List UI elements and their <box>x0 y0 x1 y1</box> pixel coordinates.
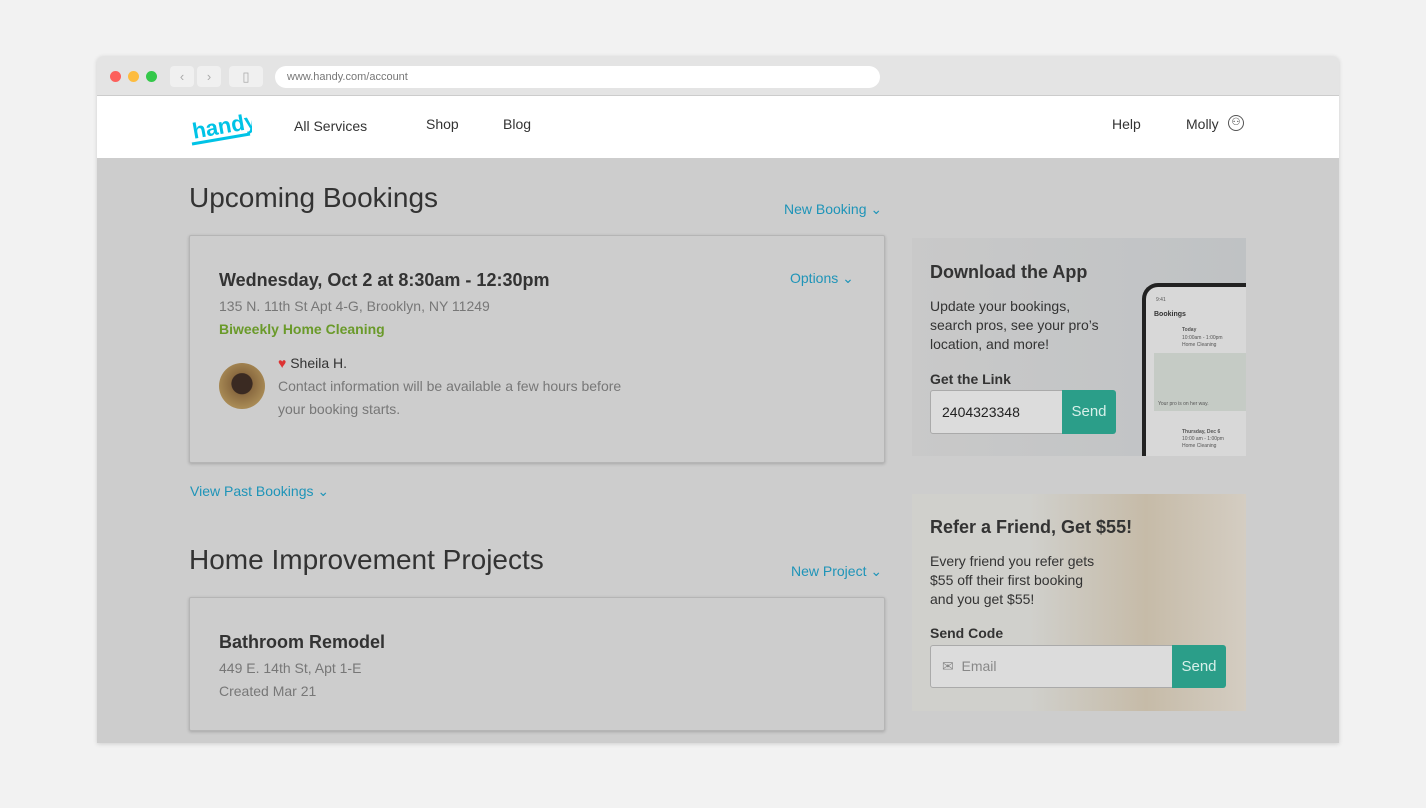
envelope-icon: ✉ <box>942 658 954 674</box>
nav-blog[interactable]: Blog <box>503 116 531 132</box>
app-promo-title: Download the App <box>930 262 1088 282</box>
nav-help[interactable]: Help <box>1112 116 1141 132</box>
phone-item1: Today <box>1182 327 1197 333</box>
back-icon[interactable]: ‹ <box>170 66 194 87</box>
account-page: Upcoming Bookings New Booking ⌄ Wednesda… <box>97 158 1339 743</box>
chevron-down-icon: ⌄ <box>842 270 854 286</box>
maximize-window-button[interactable] <box>146 71 157 82</box>
promo-line: location, and more! <box>930 336 1050 352</box>
send-code-label: Send Code <box>930 625 1004 641</box>
user-menu[interactable]: Molly <box>1186 116 1219 132</box>
contact-note-2: your booking starts. <box>278 401 401 417</box>
phone-item1-time: 10:00am - 1:00pm <box>1182 335 1223 341</box>
phone-time: 9:41 <box>1156 297 1166 303</box>
projects-title: Home Improvement Projects <box>189 544 544 575</box>
refer-line: $55 off their first booking <box>930 572 1084 588</box>
options-link[interactable]: Options ⌄ <box>790 270 854 287</box>
phone-item2: Thursday, Dec 6 <box>1182 429 1221 435</box>
minimize-window-button[interactable] <box>128 71 139 82</box>
phone-input[interactable]: 2404323348 <box>930 390 1064 434</box>
booking-card[interactable]: Wednesday, Oct 2 at 8:30am - 12:30pm 135… <box>189 235 885 463</box>
phone-mockup: 9:41 Bookings Today 10:00am - 1:00pm Hom… <box>1142 283 1246 456</box>
browser-window: ‹ › ▯ www.handy.com/account handy All Se… <box>97 56 1339 743</box>
booking-datetime: Wednesday, Oct 2 at 8:30am - 12:30pm <box>219 270 550 290</box>
pro-name: Sheila H. <box>290 355 348 371</box>
forward-icon[interactable]: › <box>197 66 221 87</box>
project-name: Bathroom Remodel <box>219 632 386 652</box>
promo-line: search pros, see your pro’s <box>930 317 1099 333</box>
booking-address: 135 N. 11th St Apt 4-G, Brooklyn, NY 112… <box>219 298 490 314</box>
promo-line: Update your bookings, <box>930 298 1071 314</box>
heart-icon: ♥ <box>278 355 287 371</box>
phone-status: Your pro is on her way. <box>1158 401 1209 407</box>
phone-item1-service: Home Cleaning <box>1182 342 1217 348</box>
site-header: handy All Services Shop Blog Help Molly … <box>97 96 1339 158</box>
email-placeholder: Email <box>961 658 997 674</box>
sidebar-icon[interactable]: ▯ <box>229 66 263 87</box>
refer-line: and you get $55! <box>930 591 1035 607</box>
nav-shop[interactable]: Shop <box>426 116 459 132</box>
new-booking-link[interactable]: New Booking ⌄ <box>784 201 882 218</box>
refer-text: Every friend you refer gets $55 off their… <box>930 552 1094 609</box>
new-booking-label: New Booking <box>784 201 867 217</box>
phone-title: Bookings <box>1154 311 1186 318</box>
close-window-button[interactable] <box>110 71 121 82</box>
refer-card: Refer a Friend, Get $55! Every friend yo… <box>912 494 1246 711</box>
chevron-down-icon: ⌄ <box>870 563 883 579</box>
new-project-label: New Project <box>791 563 867 579</box>
nav-all-services[interactable]: All Services <box>294 118 367 134</box>
past-bookings-label: View Past Bookings <box>190 483 314 499</box>
view-past-bookings-link[interactable]: View Past Bookings ⌄ <box>190 483 329 500</box>
booking-service: Biweekly Home Cleaning <box>219 321 385 337</box>
app-promo-card: Download the App Update your bookings, se… <box>912 238 1246 456</box>
chevron-down-icon: ⌄ <box>870 201 883 217</box>
project-card[interactable]: Bathroom Remodel 449 E. 14th St, Apt 1-E… <box>189 597 885 731</box>
phone-item2-service: Home Cleaning <box>1182 443 1217 449</box>
handy-logo[interactable]: handy <box>190 104 252 148</box>
send-code-button[interactable]: Send <box>1172 645 1226 688</box>
app-promo-text: Update your bookings, search pros, see yo… <box>930 297 1099 354</box>
address-bar[interactable]: www.handy.com/account <box>275 66 880 88</box>
user-icon[interactable]: ⚇ <box>1228 115 1244 131</box>
pro-row: ♥ Sheila H. <box>278 355 347 371</box>
options-label: Options <box>790 270 839 286</box>
project-created: Created Mar 21 <box>219 683 317 699</box>
refer-title: Refer a Friend, Get $55! <box>930 517 1133 537</box>
pro-avatar <box>219 363 265 409</box>
get-link-label: Get the Link <box>930 371 1011 387</box>
new-project-link[interactable]: New Project ⌄ <box>791 563 882 580</box>
chevron-down-icon: ⌄ <box>317 483 330 499</box>
upcoming-title: Upcoming Bookings <box>189 182 439 213</box>
contact-note-1: Contact information will be available a … <box>278 378 622 394</box>
email-input[interactable]: ✉ Email <box>930 645 1174 688</box>
browser-toolbar: ‹ › ▯ www.handy.com/account <box>97 56 1339 96</box>
refer-line: Every friend you refer gets <box>930 553 1095 569</box>
project-address: 449 E. 14th St, Apt 1-E <box>219 660 362 676</box>
phone-item2-time: 10:00 am - 1:00pm <box>1182 436 1224 442</box>
send-link-button[interactable]: Send <box>1062 390 1116 434</box>
